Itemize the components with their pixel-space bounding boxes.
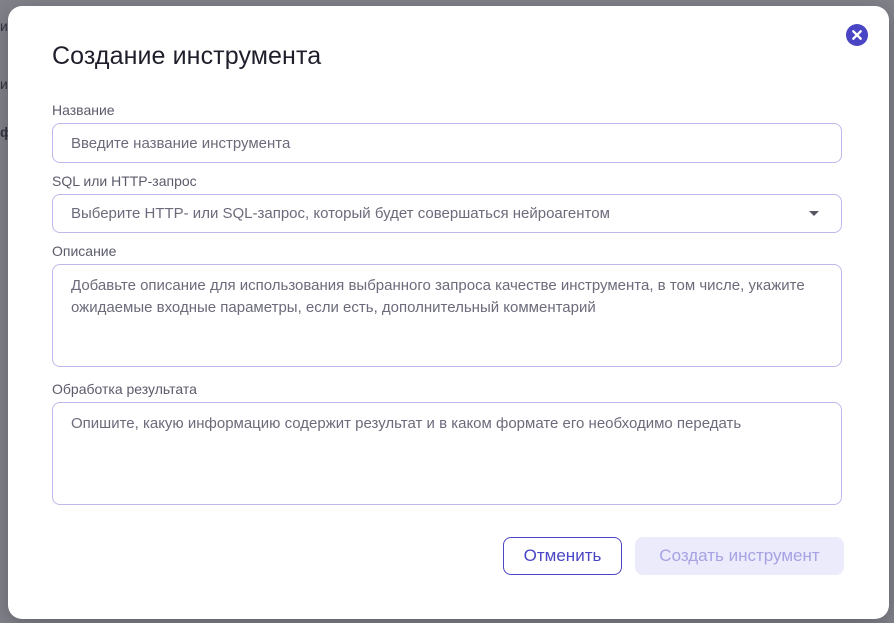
query-select[interactable]: Выберите HTTP- или SQL-запрос, который б…: [52, 194, 842, 233]
name-label: Название: [52, 102, 115, 118]
cancel-button[interactable]: Отменить: [503, 537, 622, 575]
result-processing-label: Обработка результата: [52, 381, 197, 397]
query-select-placeholder: Выберите HTTP- или SQL-запрос, который б…: [71, 205, 610, 222]
description-textarea[interactable]: [52, 264, 842, 367]
result-processing-textarea[interactable]: [52, 402, 842, 505]
caret-down-icon: [809, 211, 819, 216]
description-label: Описание: [52, 243, 117, 259]
close-icon: [852, 30, 862, 40]
query-label: SQL или HTTP-запрос: [52, 173, 197, 189]
create-tool-dialog: Создание инструмента Название SQL или HT…: [8, 6, 889, 619]
dialog-title: Создание инструмента: [52, 42, 322, 70]
tool-name-input[interactable]: [52, 123, 842, 163]
close-button[interactable]: [846, 24, 868, 46]
create-tool-button[interactable]: Создать инструмент: [635, 537, 844, 575]
